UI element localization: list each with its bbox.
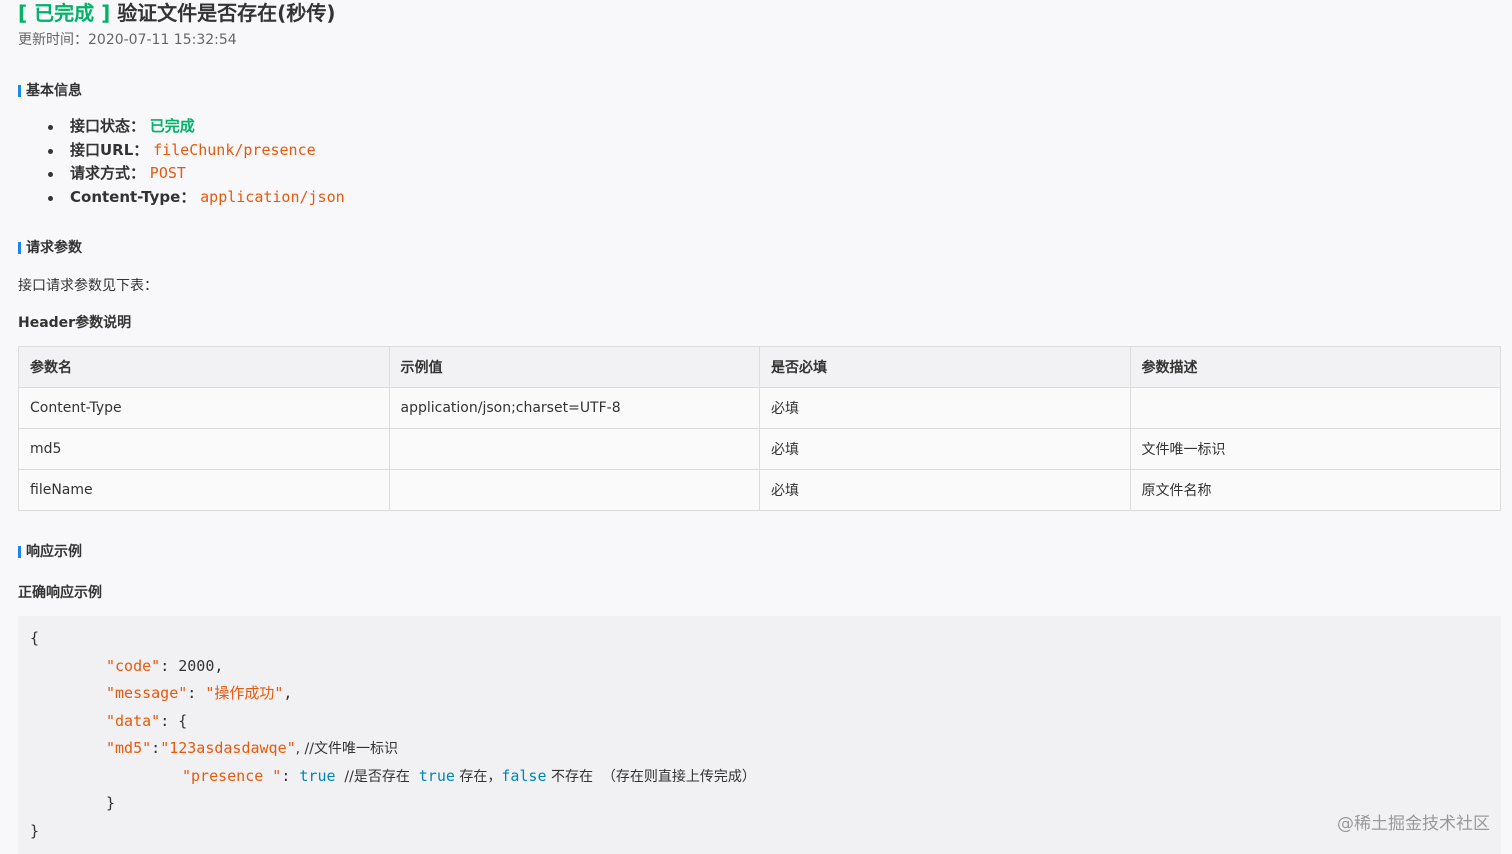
list-item: 请求方式： POST	[48, 163, 345, 187]
code-comment: 不存在 （存在则直接上传完成）	[546, 769, 756, 785]
info-label: Content-Type：	[70, 187, 196, 206]
table-cell: md5	[18, 428, 390, 470]
list-item: Content-Type： application/json	[48, 187, 345, 211]
code-comment: 存在，	[454, 769, 502, 785]
table-cell: application/json;charset=UTF-8	[388, 387, 760, 429]
page-title: [ 已完成 ] 验证文件是否存在(秒传)	[18, 0, 335, 26]
code-token: "123asdasdawqe"	[160, 739, 296, 757]
code-token: false	[501, 767, 547, 785]
table-cell: Content-Type	[18, 387, 390, 429]
code-comment: //是否存在	[335, 769, 419, 785]
column-header: 参数名	[18, 346, 390, 388]
table-cell: 文件唯一标识	[1129, 428, 1501, 470]
info-label: 接口状态：	[70, 117, 146, 135]
code-token: }	[30, 822, 40, 840]
table-cell	[388, 469, 760, 511]
status-tag: [ 已完成 ]	[18, 1, 111, 25]
table-cell: 必填	[759, 428, 1131, 470]
table-row: md5 必填 文件唯一标识	[18, 428, 1501, 470]
code-token: "presence "	[182, 767, 282, 785]
basic-info-list: 接口状态： 已完成 接口URL： fileChunk/presence 请求方式…	[48, 116, 345, 210]
header-params-title: Header参数说明	[18, 315, 132, 331]
table-cell	[1129, 387, 1501, 429]
info-label: 请求方式：	[70, 164, 146, 182]
table-row: fileName 必填 原文件名称	[18, 469, 1501, 511]
code-token: "data"	[106, 712, 161, 730]
column-header: 是否必填	[759, 346, 1131, 388]
code-token: :	[187, 684, 206, 702]
updated-time: 更新时间：2020-07-11 15:32:54	[18, 32, 237, 48]
code-token: : {	[160, 712, 188, 730]
table-cell: 必填	[759, 387, 1131, 429]
info-label: 接口URL：	[70, 140, 149, 159]
watermark: @稀土掘金技术社区	[1337, 814, 1490, 834]
table-cell	[388, 428, 760, 470]
code-token: ,	[283, 684, 293, 702]
code-line: }	[106, 793, 115, 813]
column-header: 参数描述	[1129, 346, 1501, 388]
code-token: {	[30, 629, 40, 647]
code-line: "data": {	[106, 711, 187, 731]
code-token: true	[418, 767, 455, 785]
code-token: true	[299, 767, 336, 785]
code-token: : 2000,	[160, 657, 224, 675]
code-token: :	[151, 739, 161, 757]
code-line: "presence ": true //是否存在 true 存在，false 不…	[182, 766, 756, 787]
code-token: "message"	[106, 684, 188, 702]
code-line: "message": "操作成功",	[106, 683, 292, 703]
column-header: 示例值	[388, 346, 760, 388]
section-response-example: 响应示例	[18, 544, 82, 560]
code-token: "md5"	[106, 739, 152, 757]
code-line: "md5":"123asdasdawqe", //文件唯一标识	[106, 738, 398, 759]
code-token: "操作成功"	[205, 684, 284, 702]
code-line: "code": 2000,	[106, 656, 223, 676]
info-value-url: fileChunk/presence	[153, 140, 316, 159]
code-line: {	[30, 628, 39, 648]
table-header-row: 参数名 示例值 是否必填 参数描述	[18, 346, 1501, 388]
params-intro: 接口请求参数见下表：	[18, 278, 158, 294]
table-cell: 原文件名称	[1129, 469, 1501, 511]
code-token: }	[106, 794, 116, 812]
code-token: "code"	[106, 657, 161, 675]
code-line: }	[30, 821, 39, 841]
list-item: 接口状态： 已完成	[48, 116, 345, 140]
info-value-method: POST	[149, 164, 186, 182]
code-token: :	[281, 767, 300, 785]
success-response-title: 正确响应示例	[18, 585, 102, 601]
info-value-status: 已完成	[149, 117, 195, 135]
table-row: Content-Type application/json;charset=UT…	[18, 387, 1501, 429]
table-cell: fileName	[18, 469, 390, 511]
header-params-table: 参数名 示例值 是否必填 参数描述 Content-Type applicati…	[18, 346, 1501, 511]
section-request-params: 请求参数	[18, 240, 82, 256]
code-comment: , //文件唯一标识	[295, 741, 398, 757]
info-value-content-type: application/json	[200, 187, 345, 206]
title-text: 验证文件是否存在(秒传)	[117, 1, 336, 25]
section-basic-info: 基本信息	[18, 83, 82, 99]
list-item: 接口URL： fileChunk/presence	[48, 140, 345, 164]
table-cell: 必填	[759, 469, 1131, 511]
response-code-block: { "code": 2000, "message": "操作成功", "data…	[18, 616, 1501, 854]
